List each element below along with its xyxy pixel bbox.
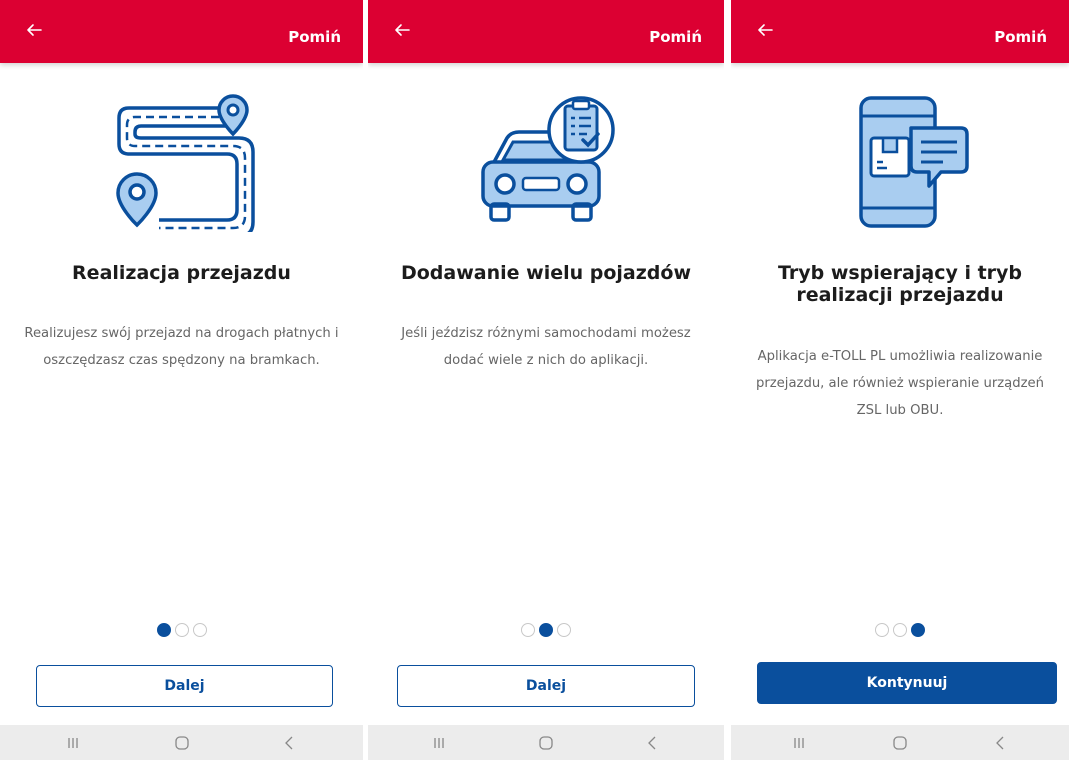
phone-message-icon bbox=[859, 96, 969, 228]
page-dot bbox=[174, 623, 189, 637]
route-map-icon bbox=[115, 94, 255, 232]
home-icon[interactable] bbox=[172, 733, 192, 753]
page-indicator bbox=[0, 623, 363, 637]
system-nav-bar bbox=[0, 725, 363, 760]
next-button[interactable]: Dalej bbox=[36, 665, 333, 707]
app-header: Pomiń bbox=[368, 0, 724, 63]
page-dot bbox=[893, 623, 907, 637]
back-arrow-icon[interactable] bbox=[390, 18, 414, 42]
page-indicator bbox=[368, 623, 724, 637]
system-back-icon[interactable] bbox=[991, 733, 1011, 753]
page-dot bbox=[557, 623, 571, 637]
app-header: Pomiń bbox=[0, 0, 363, 63]
continue-button[interactable]: Kontynuuj bbox=[757, 662, 1057, 704]
skip-button[interactable]: Pomiń bbox=[288, 28, 341, 46]
recent-apps-icon[interactable] bbox=[429, 733, 449, 753]
onboarding-description: Jeśli jeździsz różnymi samochodami możes… bbox=[401, 326, 691, 368]
skip-button[interactable]: Pomiń bbox=[994, 28, 1047, 46]
system-nav-bar bbox=[368, 725, 724, 760]
app-header: Pomiń bbox=[731, 0, 1069, 63]
back-arrow-icon[interactable] bbox=[22, 18, 46, 42]
recent-apps-icon[interactable] bbox=[63, 733, 83, 753]
page-dot bbox=[192, 623, 207, 637]
onboarding-description: Realizujesz swój przejazd na drogach pła… bbox=[24, 326, 339, 368]
car-checklist-icon bbox=[481, 96, 615, 222]
onboarding-title: Tryb wspierający i tryb realizacji przej… bbox=[777, 262, 1023, 306]
home-icon[interactable] bbox=[890, 733, 910, 753]
recent-apps-icon[interactable] bbox=[789, 733, 809, 753]
onboarding-description: Aplikacja e-TOLL PL umożliwia realizowan… bbox=[755, 349, 1045, 418]
system-nav-bar bbox=[731, 725, 1069, 760]
page-dot bbox=[521, 623, 535, 637]
page-indicator bbox=[731, 623, 1069, 637]
system-back-icon[interactable] bbox=[280, 733, 300, 753]
system-back-icon[interactable] bbox=[643, 733, 663, 753]
page-dot-active bbox=[539, 623, 553, 637]
page-dot-active bbox=[911, 623, 925, 637]
home-icon[interactable] bbox=[536, 733, 556, 753]
page-dot-active bbox=[156, 623, 171, 637]
back-arrow-icon[interactable] bbox=[753, 18, 777, 42]
onboarding-screen-1: Pomiń Realizacja przejazdu Realizujesz s… bbox=[0, 0, 363, 760]
onboarding-title: Realizacja przejazdu bbox=[72, 262, 291, 284]
skip-button[interactable]: Pomiń bbox=[649, 28, 702, 46]
onboarding-title: Dodawanie wielu pojazdów bbox=[400, 262, 692, 284]
onboarding-screen-3: Pomiń Tryb wspierający i tryb realizacji… bbox=[731, 0, 1069, 760]
next-button[interactable]: Dalej bbox=[397, 665, 695, 707]
page-dot bbox=[875, 623, 889, 637]
onboarding-screen-2: Pomiń Dodawanie wielu pojazdów Jeśli jeź… bbox=[368, 0, 724, 760]
